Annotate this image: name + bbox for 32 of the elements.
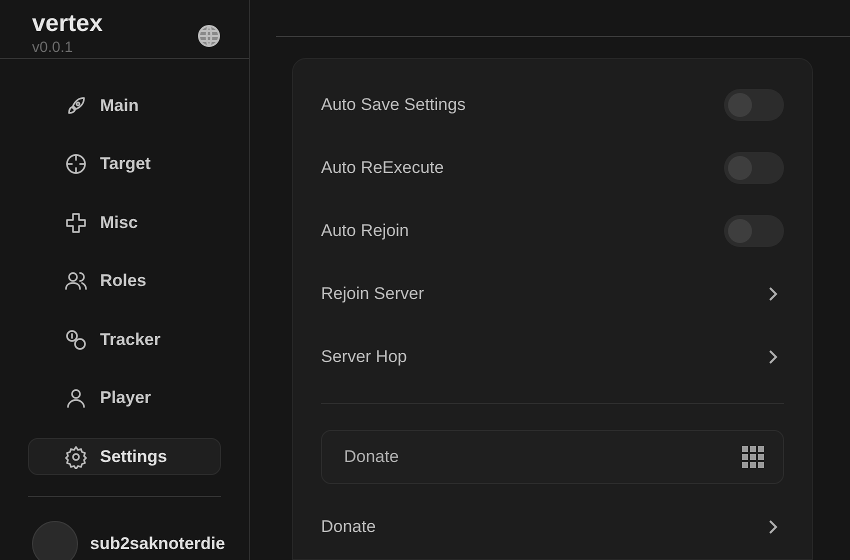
- nav-item[interactable]: Target: [28, 146, 221, 182]
- crosshair-icon: [64, 152, 88, 176]
- setting-label: Auto Save Settings: [321, 94, 466, 116]
- setting-label: Auto ReExecute: [321, 157, 444, 180]
- nav-item[interactable]: Main: [28, 87, 221, 124]
- setting-label: Auto Rejoin: [321, 220, 409, 242]
- username: sub2saknoterdie: [90, 533, 226, 556]
- nav-item[interactable]: Tracker: [28, 321, 221, 358]
- toggle-switch[interactable]: [724, 215, 784, 247]
- setting-button[interactable]: Rejoin Server: [321, 274, 784, 314]
- chevron-right-icon: [768, 519, 778, 535]
- chevron-right-icon: [768, 349, 778, 365]
- nav-item[interactable]: Misc: [28, 204, 221, 241]
- avatar: [32, 521, 78, 560]
- cross-icon: [64, 210, 88, 234]
- globe-icon[interactable]: [197, 24, 221, 48]
- setting-button[interactable]: Donate: [321, 507, 784, 547]
- version-label: v0.0.1: [32, 38, 74, 58]
- toggle-switch[interactable]: [724, 152, 784, 184]
- user-icon: [64, 386, 88, 410]
- app-title: vertex: [32, 10, 103, 38]
- nav-item[interactable]: Player: [28, 380, 221, 416]
- donate-input-field[interactable]: Donate: [321, 430, 784, 484]
- nav-item[interactable]: Roles: [28, 262, 221, 300]
- coins-icon: [64, 328, 88, 352]
- setting-button[interactable]: Server Hop: [321, 337, 784, 377]
- users-icon: [64, 269, 88, 293]
- chevron-right-icon: [768, 286, 778, 302]
- grid-icon: [742, 446, 764, 468]
- gear-icon: [64, 444, 88, 468]
- toggle-switch[interactable]: [724, 89, 784, 121]
- nav-item[interactable]: Settings: [28, 438, 221, 475]
